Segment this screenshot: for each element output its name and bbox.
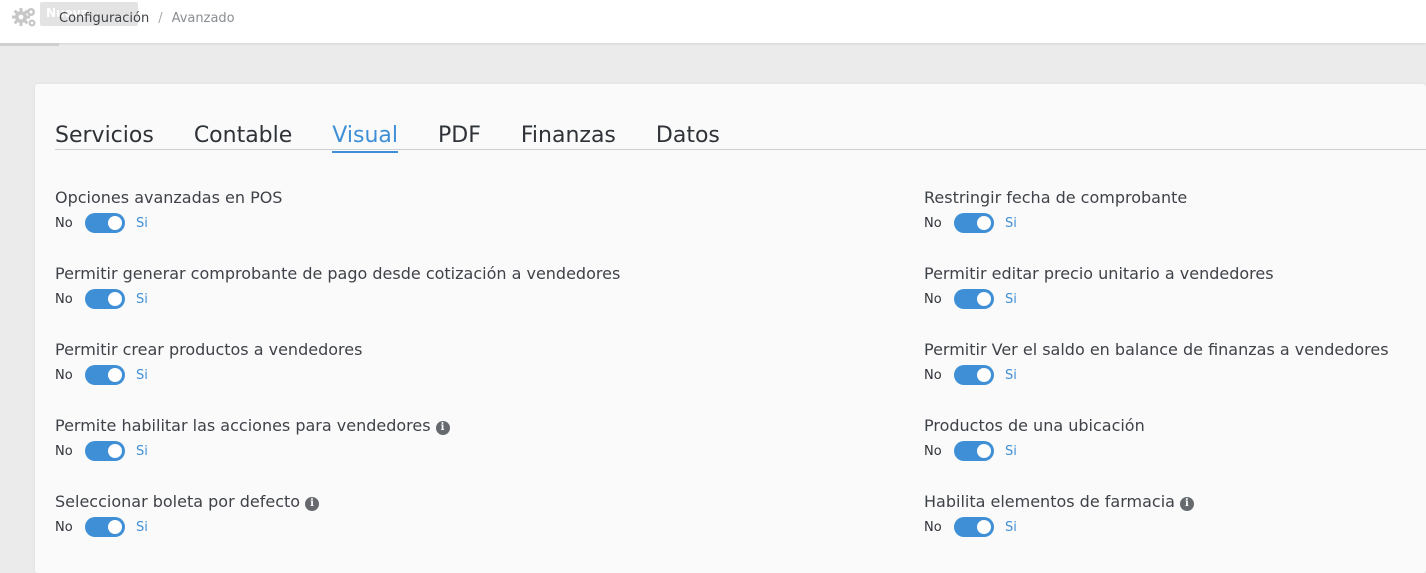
toggle-knob [977, 368, 991, 382]
toggle-knob [108, 292, 122, 306]
setting-label: Productos de una ubicación [924, 416, 1145, 435]
toggle-row: No Si [924, 364, 1017, 386]
toggle-knob [977, 520, 991, 534]
tabs-divider [55, 149, 1426, 150]
toggle-switch[interactable] [85, 365, 125, 385]
setting-label: Restringir fecha de comprobante [924, 188, 1188, 207]
info-icon[interactable]: i [1179, 497, 1194, 511]
info-icon[interactable]: i [305, 497, 320, 511]
tab-contable[interactable]: Contable [194, 124, 292, 150]
info-icon[interactable]: i [435, 421, 450, 435]
breadcrumb-avanzado: Avanzado [171, 11, 235, 26]
setting-editar-precio-unitario: Permitir editar precio unitario a vended… [924, 264, 1426, 324]
setting-productos-una-ubicacion: Productos de una ubicación No Si [924, 416, 1426, 476]
toggle-row: No Si [924, 212, 1017, 234]
tab-visual[interactable]: Visual [332, 124, 398, 153]
breadcrumb: Configuración / Avanzado [59, 10, 235, 27]
toggle-on-label: Si [1005, 367, 1017, 383]
setting-comprobante-desde-cotizacion: Permitir generar comprobante de pago des… [55, 264, 655, 324]
toggle-row: No Si [55, 364, 148, 386]
setting-label: Permitir editar precio unitario a vended… [924, 264, 1274, 283]
toggle-on-label: Si [1005, 519, 1017, 535]
setting-label: Permitir Ver el saldo en balance de fina… [924, 340, 1389, 359]
toggle-off-label: No [924, 443, 942, 459]
toggle-knob [108, 520, 122, 534]
setting-ver-saldo-finanzas: Permitir Ver el saldo en balance de fina… [924, 340, 1426, 400]
setting-label: Permitir crear productos a vendedores [55, 340, 363, 359]
tab-datos[interactable]: Datos [656, 124, 720, 150]
toggle-off-label: No [55, 215, 73, 231]
toggle-off-label: No [924, 215, 942, 231]
setting-label: Permite habilitar las acciones para vend… [55, 416, 431, 435]
toggle-knob [977, 444, 991, 458]
settings-card: Servicios Contable Visual PDF Finanzas D… [35, 84, 1426, 573]
gear-icon[interactable] [12, 6, 38, 30]
setting-boleta-por-defecto: Seleccionar boleta por defecto i No Si [55, 492, 655, 552]
toggle-on-label: Si [1005, 291, 1017, 307]
setting-label: Opciones avanzadas en POS [55, 188, 283, 207]
toggle-on-label: Si [136, 443, 148, 459]
toggle-off-label: No [924, 291, 942, 307]
top-bar: Nueva factura Configuración / Avanzado [0, 0, 1426, 43]
breadcrumb-separator: / [158, 11, 163, 26]
toggle-off-label: No [924, 367, 942, 383]
toggle-off-label: No [55, 367, 73, 383]
toggle-knob [977, 216, 991, 230]
toggle-row: No Si [55, 288, 148, 310]
toggle-off-label: No [55, 291, 73, 307]
toggle-off-label: No [55, 519, 73, 535]
toggle-switch[interactable] [954, 289, 994, 309]
setting-label: Seleccionar boleta por defecto [55, 492, 301, 511]
setting-acciones-vendedores: Permite habilitar las acciones para vend… [55, 416, 655, 476]
toggle-switch[interactable] [85, 517, 125, 537]
toggle-on-label: Si [1005, 443, 1017, 459]
toggle-knob [108, 368, 122, 382]
settings-tabs: Servicios Contable Visual PDF Finanzas D… [55, 124, 760, 153]
toggle-switch[interactable] [85, 441, 125, 461]
toggle-switch[interactable] [954, 441, 994, 461]
toggle-row: No Si [55, 440, 148, 462]
toggle-on-label: Si [1005, 215, 1017, 231]
toggle-on-label: Si [136, 291, 148, 307]
toggle-switch[interactable] [85, 289, 125, 309]
setting-crear-productos-vendedores: Permitir crear productos a vendedores No… [55, 340, 655, 400]
tab-servicios[interactable]: Servicios [55, 124, 154, 150]
toggle-row: No Si [55, 212, 148, 234]
toggle-switch[interactable] [954, 213, 994, 233]
toggle-off-label: No [55, 443, 73, 459]
toggle-off-label: No [924, 519, 942, 535]
toggle-row: No Si [924, 288, 1017, 310]
toggle-on-label: Si [136, 519, 148, 535]
breadcrumb-configuracion[interactable]: Configuración [59, 11, 149, 26]
top-tab-indicator [0, 43, 59, 46]
toggle-knob [977, 292, 991, 306]
toggle-row: No Si [924, 516, 1017, 538]
tab-finanzas[interactable]: Finanzas [521, 124, 616, 150]
setting-elementos-farmacia: Habilita elementos de farmacia i No Si [924, 492, 1426, 552]
toggle-row: No Si [924, 440, 1017, 462]
toggle-knob [108, 216, 122, 230]
toggle-switch[interactable] [85, 213, 125, 233]
toggle-knob [108, 444, 122, 458]
toggle-switch[interactable] [954, 365, 994, 385]
setting-label: Permitir generar comprobante de pago des… [55, 264, 621, 283]
tab-pdf[interactable]: PDF [438, 124, 481, 150]
toggle-switch[interactable] [954, 517, 994, 537]
toggle-on-label: Si [136, 367, 148, 383]
setting-restringir-fecha-comprobante: Restringir fecha de comprobante No Si [924, 188, 1426, 248]
setting-label: Habilita elementos de farmacia [924, 492, 1175, 511]
setting-opciones-avanzadas-pos: Opciones avanzadas en POS No Si [55, 188, 655, 248]
toggle-row: No Si [55, 516, 148, 538]
toggle-on-label: Si [136, 215, 148, 231]
